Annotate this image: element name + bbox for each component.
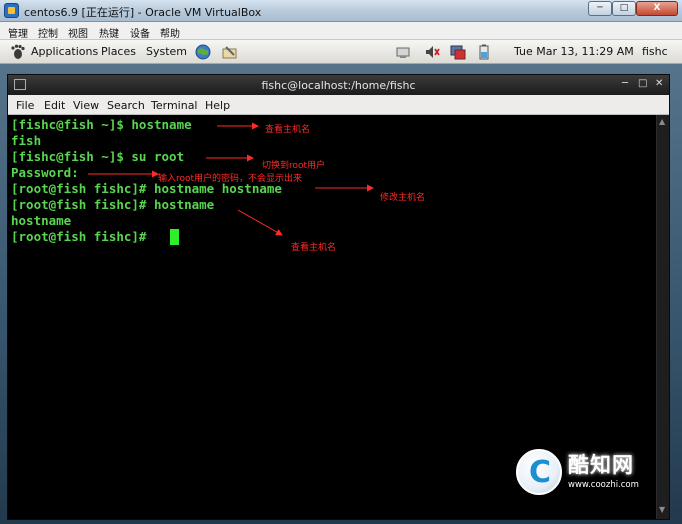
watermark-url: www.coozhi.com xyxy=(568,480,639,490)
annotation-enter-password: 输入root用户的密码，不会显示出来 xyxy=(158,174,303,184)
annotation-view-hostname: 查看主机名 xyxy=(265,125,311,135)
annotation-modify-hostname: 修改主机名 xyxy=(380,193,426,203)
virtualbox-window: centos6.9 [正在运行] - Oracle VM VirtualBox … xyxy=(0,0,682,524)
coozhi-watermark: C 酷知网 www.coozhi.com xyxy=(510,443,660,507)
annotation-view-hostname-2: 查看主机名 xyxy=(291,243,337,253)
watermark-brand: 酷知网 xyxy=(568,453,634,477)
coozhi-logo-icon: C xyxy=(516,449,562,495)
annotation-switch-root: 切换到root用户 xyxy=(262,161,326,171)
